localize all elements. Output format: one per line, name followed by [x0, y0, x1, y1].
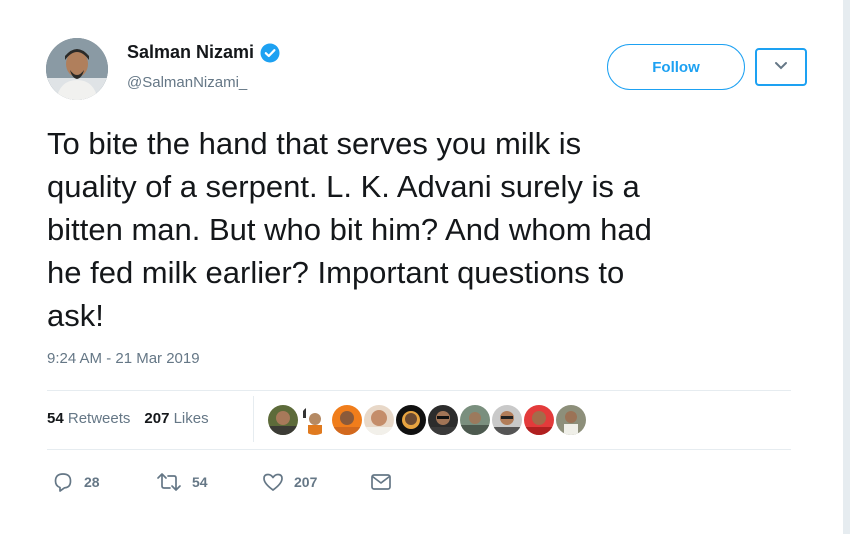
avatar[interactable] [46, 38, 108, 100]
likes-count: 207 [144, 410, 170, 427]
like-button[interactable]: 207 [262, 472, 370, 492]
reply-count: 28 [84, 474, 100, 490]
tweet-timestamp[interactable]: 9:24 AM - 21 Mar 2019 [47, 350, 200, 367]
divider [47, 449, 791, 450]
user-name-row: Salman Nizami [127, 42, 280, 63]
reply-button[interactable]: 28 [52, 471, 156, 493]
liker-avatar[interactable] [556, 405, 586, 435]
retweet-button[interactable]: 54 [156, 472, 262, 492]
tweet-menu-button[interactable] [755, 48, 807, 86]
reply-icon [52, 471, 74, 493]
page-edge [843, 0, 850, 534]
heart-icon [262, 472, 284, 492]
verified-badge-icon [260, 43, 280, 63]
retweet-icon [156, 472, 182, 492]
tweet-text: To bite the hand that serves you milk is… [47, 126, 652, 333]
tweet-actions: 28 54 207 [52, 471, 392, 493]
stats-separator [253, 396, 254, 442]
liker-avatar[interactable] [396, 405, 426, 435]
follow-button[interactable]: Follow [607, 44, 745, 90]
liker-avatar[interactable] [364, 405, 394, 435]
likes-label: Likes [173, 410, 209, 427]
envelope-icon [370, 473, 392, 491]
liker-avatar[interactable] [492, 405, 522, 435]
likes-stat[interactable]: 207 Likes [144, 410, 208, 427]
user-name[interactable]: Salman Nizami [127, 42, 254, 63]
retweet-count: 54 [192, 474, 208, 490]
retweets-stat[interactable]: 54 Retweets [47, 410, 130, 427]
tweet-stats: 54 Retweets 207 Likes [47, 410, 209, 427]
retweets-count: 54 [47, 410, 64, 427]
likers-avatars [268, 405, 586, 435]
liker-avatar[interactable] [332, 405, 362, 435]
direct-message-button[interactable] [370, 473, 392, 491]
divider [47, 390, 791, 391]
like-count: 207 [294, 474, 318, 490]
chevron-down-icon [774, 58, 788, 76]
user-handle[interactable]: @SalmanNizami_ [127, 74, 247, 91]
liker-avatar[interactable] [300, 405, 330, 435]
liker-avatar[interactable] [428, 405, 458, 435]
retweets-label: Retweets [67, 410, 131, 427]
liker-avatar[interactable] [460, 405, 490, 435]
liker-avatar[interactable] [268, 405, 298, 435]
liker-avatar[interactable] [524, 405, 554, 435]
